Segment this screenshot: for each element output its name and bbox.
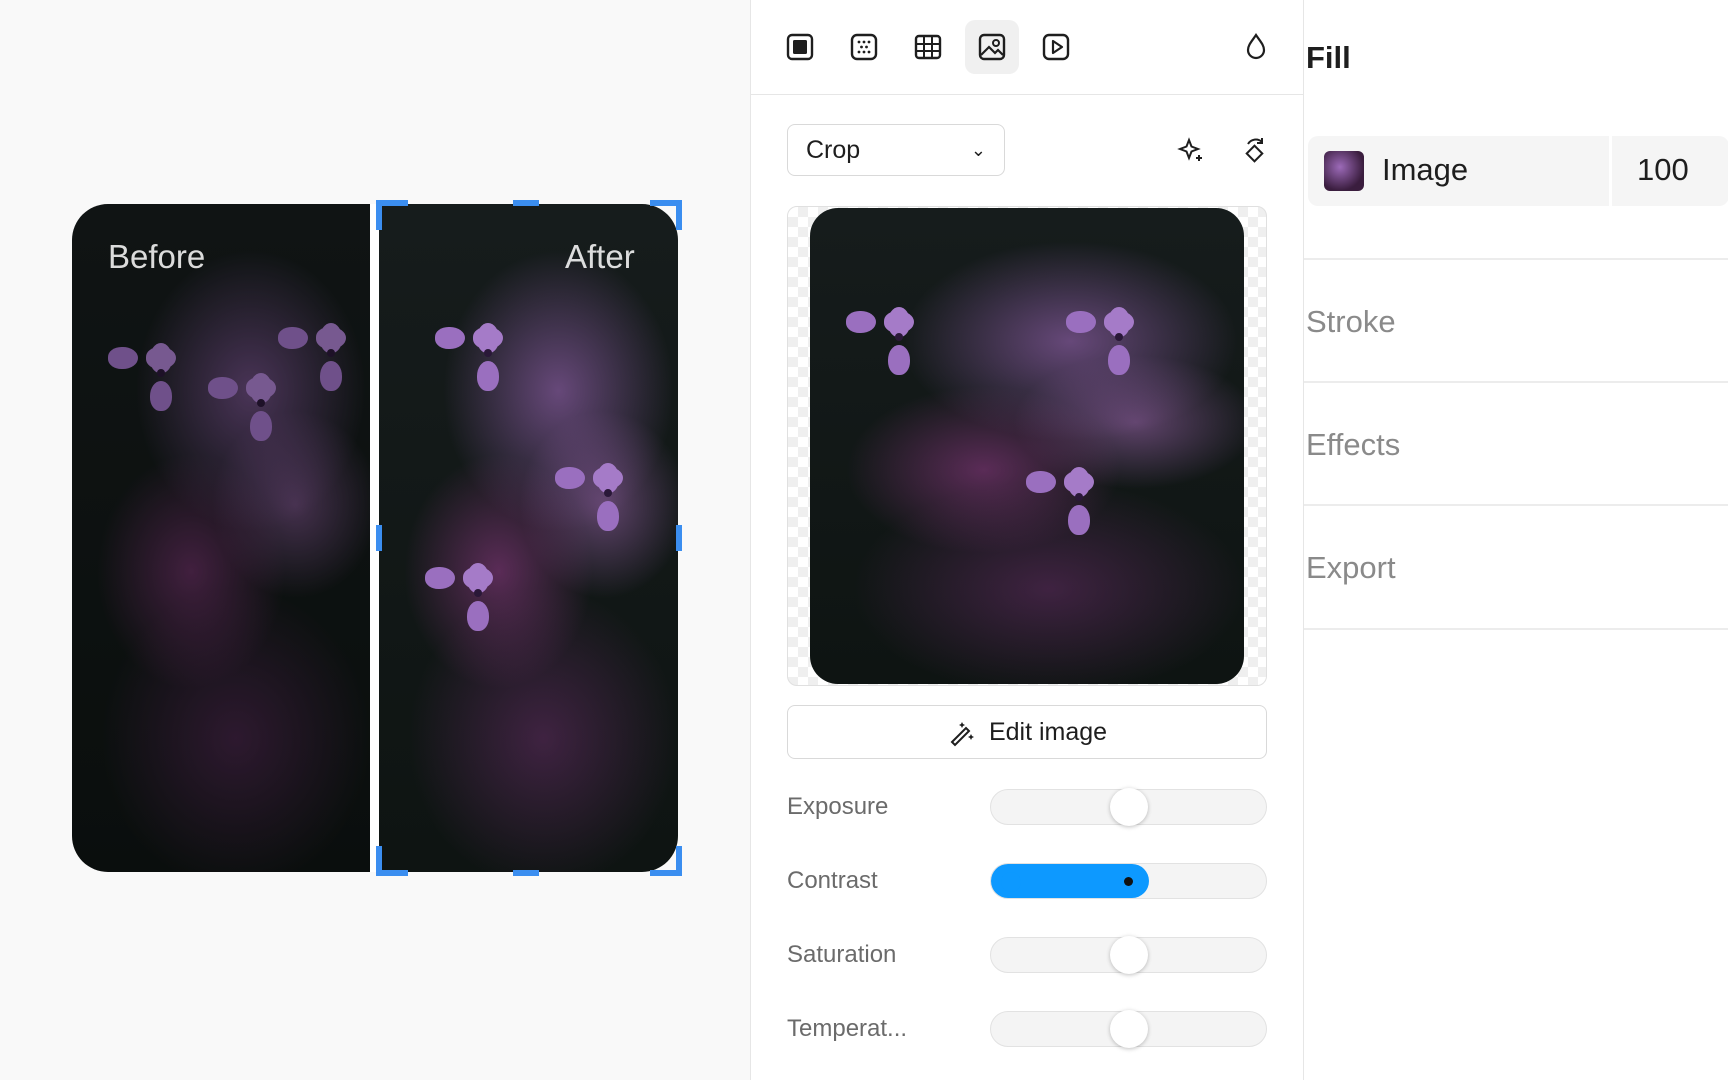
flower-shape (1090, 307, 1148, 366)
stroke-section-title: Stroke (1306, 304, 1396, 339)
before-label: Before (108, 238, 206, 275)
temperature-label: Temperat... (787, 1015, 908, 1042)
image-preview (787, 206, 1267, 686)
fill-layer-row[interactable]: Image 100 (1308, 136, 1728, 206)
effects-section[interactable]: Effects (1304, 381, 1728, 505)
effects-section-title: Effects (1306, 427, 1401, 462)
flower-shape (1050, 467, 1108, 526)
fill-section-title: Fill (1306, 40, 1351, 75)
video-icon[interactable] (1029, 20, 1083, 74)
flower-shape (302, 323, 360, 382)
properties-panel: Fill Image 100 Stroke Effects Export (1303, 0, 1728, 1080)
temperature-thumb[interactable] (1110, 1010, 1148, 1048)
fill-opacity-field[interactable]: 100 (1637, 152, 1689, 188)
saturation-slider-row: Saturation (787, 935, 1267, 975)
after-label: After (565, 238, 635, 275)
image-icon[interactable] (965, 20, 1019, 74)
exposure-slider-row: Exposure (787, 787, 1267, 827)
flower-shape (870, 307, 928, 366)
flower-shape (459, 323, 517, 382)
frame-icon[interactable] (773, 20, 827, 74)
flower-shape (449, 563, 507, 622)
canvas[interactable]: Before After (0, 0, 750, 1080)
drop-icon[interactable] (1229, 20, 1283, 74)
contrast-slider[interactable] (990, 863, 1267, 899)
contrast-label: Contrast (787, 867, 878, 894)
fill-type-label: Image (1382, 152, 1469, 187)
fill-row-divider (1609, 136, 1612, 206)
flower-shape (132, 343, 190, 402)
exposure-label: Exposure (787, 793, 889, 820)
contrast-thumb[interactable] (1124, 877, 1133, 886)
fill-mode-value: Crop (806, 135, 861, 164)
saturation-slider[interactable] (990, 936, 1267, 974)
export-section[interactable]: Export (1304, 504, 1728, 630)
temperature-slider-row: Temperat... (787, 1009, 1267, 1049)
after-image (379, 204, 678, 872)
edit-image-button[interactable]: Edit image (787, 705, 1267, 759)
contrast-slider-row: Contrast (787, 861, 1267, 901)
rotate-icon[interactable] (1234, 130, 1274, 170)
export-section-title: Export (1306, 550, 1396, 585)
section-divider (1304, 628, 1728, 630)
magic-wand-icon (950, 722, 974, 747)
contrast-fill (991, 864, 1149, 898)
exposure-slider[interactable] (990, 788, 1267, 826)
flower-shape (232, 373, 290, 432)
stroke-section[interactable]: Stroke (1304, 258, 1728, 382)
preview-image (810, 208, 1244, 684)
contrast-origin-dot (1001, 872, 1021, 892)
chevron-down-icon: ⌄ (970, 139, 986, 160)
flower-shape (579, 463, 637, 522)
image-settings-panel: Crop ⌄ Edit image Exposure Contrast Satu… (750, 0, 1304, 1080)
grid-icon[interactable] (901, 20, 955, 74)
exposure-thumb[interactable] (1110, 788, 1148, 826)
noise-icon[interactable] (837, 20, 891, 74)
sparkle-icon[interactable] (1171, 130, 1211, 170)
saturation-thumb[interactable] (1110, 936, 1148, 974)
saturation-label: Saturation (787, 941, 897, 968)
fill-mode-select[interactable]: Crop ⌄ (787, 124, 1005, 176)
fill-image-thumbnail[interactable] (1324, 151, 1364, 191)
edit-image-label: Edit image (988, 717, 1108, 746)
before-image (72, 204, 370, 872)
panel-toolbar (751, 0, 1304, 95)
temperature-slider[interactable] (990, 1010, 1267, 1048)
